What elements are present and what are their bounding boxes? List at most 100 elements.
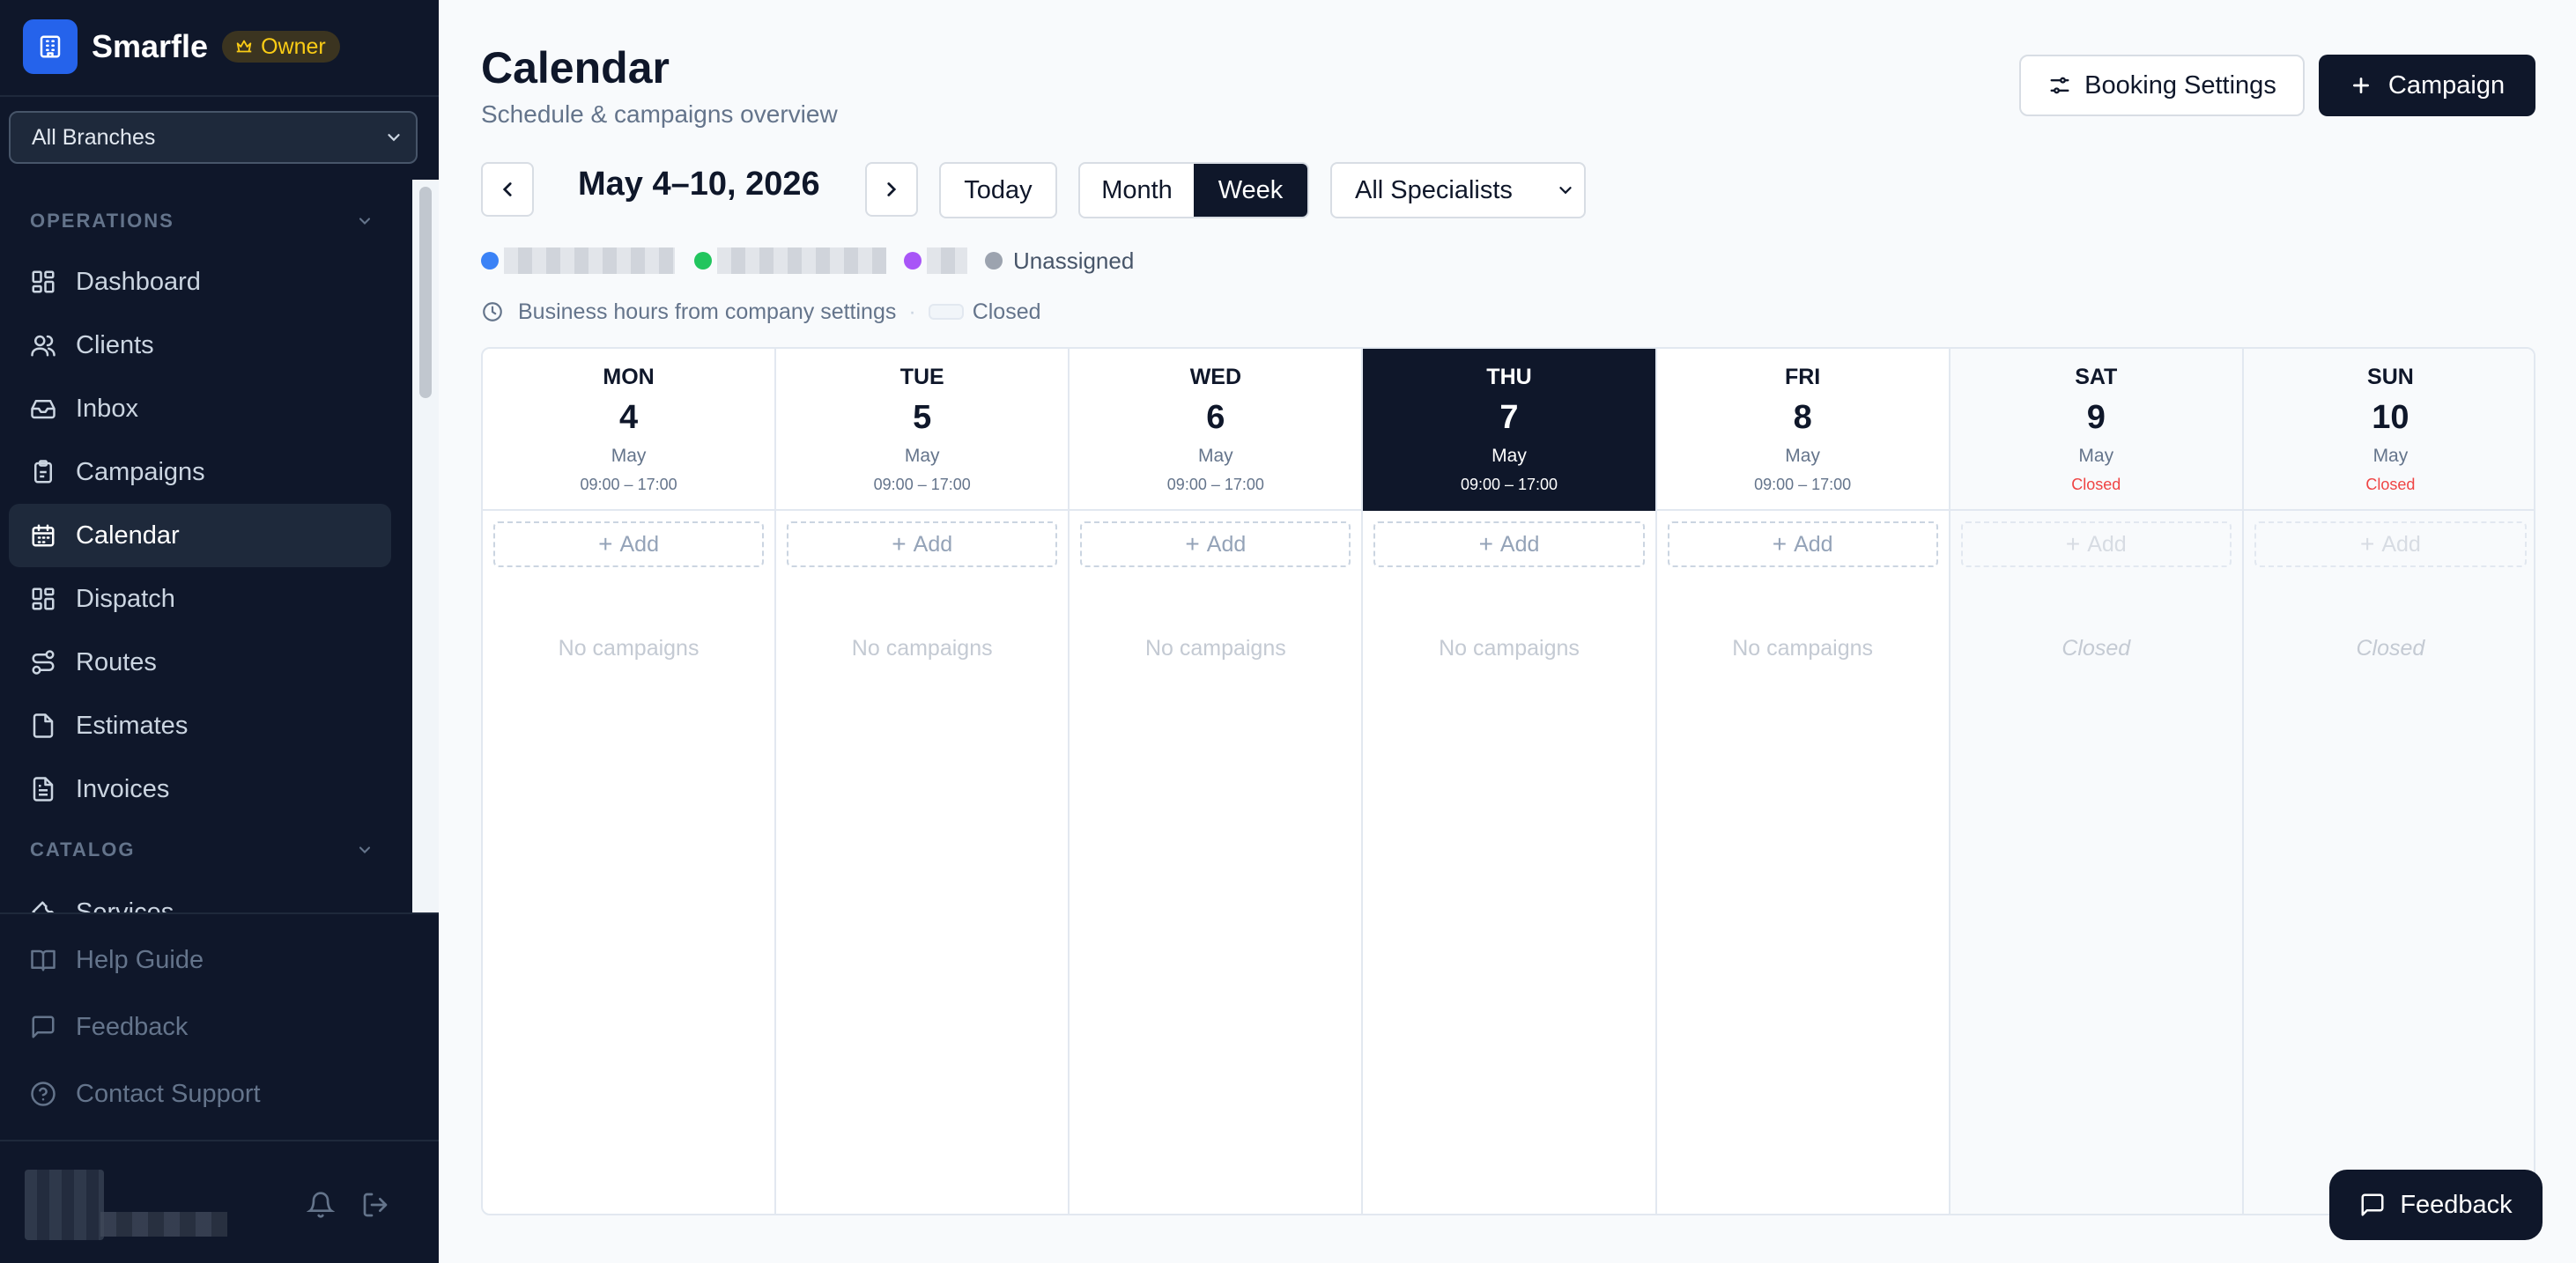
add-campaign-button[interactable]: Campaign [2319, 55, 2535, 116]
day-month: May [2078, 446, 2114, 466]
clock-icon [483, 302, 502, 321]
tab-month[interactable]: Month [1080, 164, 1194, 217]
day-number: 7 [1499, 399, 1519, 436]
previous-week-button[interactable] [481, 162, 534, 217]
feedback-link[interactable]: Feedback [30, 1009, 188, 1045]
day-month: May [1198, 446, 1233, 466]
plus-icon: + [1478, 530, 1493, 558]
sidebar-item-inbox[interactable]: Inbox [9, 377, 391, 440]
plus-icon [2352, 78, 2369, 93]
branch-select-value: All Branches [32, 124, 156, 150]
add-campaign-slot-button[interactable]: + Add [493, 521, 765, 567]
day-header[interactable]: WED 6 May 09:00 – 17:00 [1070, 349, 1362, 511]
day-header[interactable]: TUE 5 May 09:00 – 17:00 [776, 349, 1069, 511]
users-icon [31, 335, 56, 357]
add-campaign-slot-button[interactable]: + Add [1080, 521, 1351, 567]
nav-group-label: OPERATIONS [30, 210, 174, 232]
legend-name-redacted [717, 247, 886, 274]
sidebar-item-dashboard[interactable]: Dashboard [9, 250, 391, 314]
day-hours: 09:00 – 17:00 [1166, 476, 1264, 493]
plus-icon: + [2359, 530, 2375, 558]
add-campaign-slot-button[interactable]: + Add [787, 521, 1058, 567]
day-number: 9 [2086, 399, 2106, 436]
day-name: THU [1486, 365, 1532, 389]
day-name: SAT [2075, 365, 2118, 389]
sidebar-item-dispatch[interactable]: Dispatch [9, 567, 391, 631]
building-icon[interactable] [23, 19, 78, 74]
day-header[interactable]: THU 7 May 09:00 – 17:00 [1363, 349, 1655, 511]
avatar[interactable] [25, 1170, 104, 1240]
branch-select[interactable]: All Branches [9, 111, 418, 164]
no-campaigns-text: No campaigns [1732, 636, 1874, 661]
nav-group-operations[interactable]: OPERATIONS [30, 210, 374, 233]
day-column-wed[interactable]: WED 6 May 09:00 – 17:00 + Add No campaigns [1070, 349, 1364, 1214]
legend-name-redacted [927, 247, 967, 274]
day-header[interactable]: FRI 8 May 09:00 – 17:00 [1656, 349, 1949, 511]
user-name [100, 1212, 227, 1237]
chevron-right-icon [887, 182, 897, 196]
day-column-sun[interactable]: SUN 10 May Closed + Add Closed [2243, 349, 2534, 1214]
sidebar-nav[interactable]: OPERATIONS Dashboard Clients Inbox Campa… [0, 180, 439, 912]
day-column-fri[interactable]: FRI 8 May 09:00 – 17:00 + Add No campaigns [1656, 349, 1951, 1214]
day-number: 10 [2372, 399, 2409, 436]
sidebar-scrollbar-thumb[interactable] [419, 187, 432, 398]
feedback-floating-button[interactable]: Feedback [2329, 1170, 2543, 1240]
day-hours: 09:00 – 17:00 [1754, 476, 1852, 493]
day-header[interactable]: MON 4 May 09:00 – 17:00 [483, 349, 775, 511]
day-month: May [1785, 446, 1820, 466]
add-campaign-slot-button[interactable]: + Add [1373, 521, 1645, 567]
day-column-thu[interactable]: THU 7 May 09:00 – 17:00 + Add No campaigns [1363, 349, 1657, 1214]
plus-icon: + [1185, 530, 1200, 558]
wrench-icon [32, 901, 55, 912]
chevron-down-icon [1559, 187, 1572, 195]
help-guide-label: Help Guide [76, 945, 204, 974]
closed-day-text: Closed [2356, 636, 2425, 661]
day-column-tue[interactable]: TUE 5 May 09:00 – 17:00 + Add No campaigns [776, 349, 1070, 1214]
today-button[interactable]: Today [939, 162, 1057, 218]
day-hours: 09:00 – 17:00 [873, 476, 971, 493]
sidebar-item-services[interactable]: Services [9, 881, 391, 912]
sidebar-item-campaigns[interactable]: Campaigns [9, 440, 391, 504]
no-campaigns-text: No campaigns [1439, 636, 1580, 661]
file-text-icon [33, 777, 54, 801]
sidebar-scrollbar[interactable] [412, 180, 439, 912]
chevron-left-icon [502, 182, 512, 196]
day-name: MON [603, 365, 655, 389]
sidebar-item-estimates[interactable]: Estimates [9, 694, 391, 757]
sidebar-item-routes[interactable]: Routes [9, 631, 391, 694]
inbox-icon [31, 400, 56, 419]
next-week-button[interactable] [865, 162, 918, 217]
specialist-legend: Unassigned [481, 245, 1134, 277]
route-icon [32, 650, 55, 675]
add-label: Add [1206, 531, 1247, 557]
nav-group-catalog[interactable]: CATALOG [30, 838, 374, 861]
plus-icon: + [598, 530, 613, 558]
booking-settings-label: Booking Settings [2084, 70, 2276, 100]
day-header[interactable]: SAT 9 May Closed [1950, 349, 2242, 511]
specialist-select[interactable]: All Specialists [1330, 162, 1586, 218]
legend-dot-blue [481, 252, 499, 270]
day-number: 8 [1793, 399, 1812, 436]
day-column-mon[interactable]: MON 4 May 09:00 – 17:00 + Add No campaigns [483, 349, 777, 1214]
day-column-sat[interactable]: SAT 9 May Closed + Add Closed [1950, 349, 2244, 1214]
sidebar-item-invoices[interactable]: Invoices [9, 757, 391, 821]
add-label: Add [1794, 531, 1833, 557]
sidebar-item-clients[interactable]: Clients [9, 314, 391, 377]
booking-settings-button[interactable]: Booking Settings [2019, 55, 2305, 116]
day-hours: Closed [2365, 476, 2416, 493]
help-guide-link[interactable]: Help Guide [30, 942, 204, 978]
brand: Smarfle Owner [23, 19, 340, 74]
add-campaign-label: Campaign [2387, 70, 2506, 100]
logout-icon[interactable] [361, 1191, 389, 1219]
page-subtitle: Schedule & campaigns overview [481, 100, 838, 128]
user-profile[interactable] [25, 1168, 412, 1242]
bell-icon[interactable] [307, 1191, 335, 1219]
day-number: 5 [913, 399, 932, 436]
sidebar-item-calendar[interactable]: Calendar [9, 504, 391, 567]
contact-support-link[interactable]: Contact Support [30, 1076, 261, 1112]
book-icon [31, 949, 56, 971]
tab-week[interactable]: Week [1194, 164, 1307, 217]
sidebar-item-label: Clients [76, 330, 154, 359]
add-campaign-slot-button[interactable]: + Add [1667, 521, 1938, 567]
day-header[interactable]: SUN 10 May Closed [2243, 349, 2534, 511]
